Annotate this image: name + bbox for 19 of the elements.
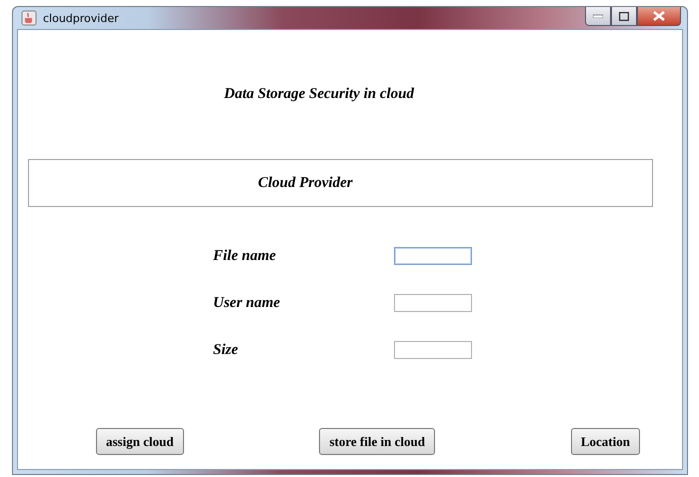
close-icon <box>653 11 665 21</box>
field-label: File name <box>213 248 276 264</box>
field-label: User name <box>213 294 280 312</box>
field-label: Size <box>213 342 238 358</box>
maximize-button[interactable] <box>611 7 637 26</box>
coffee-cup-icon <box>21 10 37 26</box>
app-heading: Data Storage Security in cloud <box>224 86 414 103</box>
input-field[interactable] <box>394 341 472 359</box>
panel-title: Cloud Provider <box>258 174 353 192</box>
minimize-button[interactable] <box>585 7 611 26</box>
close-button[interactable] <box>637 7 681 26</box>
action-button[interactable]: Location <box>570 428 640 455</box>
input-field[interactable] <box>394 294 472 312</box>
input-field[interactable] <box>394 247 472 265</box>
action-button[interactable]: store file in cloud <box>319 428 435 455</box>
window-title: cloudprovider <box>43 12 119 24</box>
action-button[interactable]: assign cloud <box>96 428 184 455</box>
minimize-icon <box>593 14 603 18</box>
maximize-icon <box>619 12 629 20</box>
